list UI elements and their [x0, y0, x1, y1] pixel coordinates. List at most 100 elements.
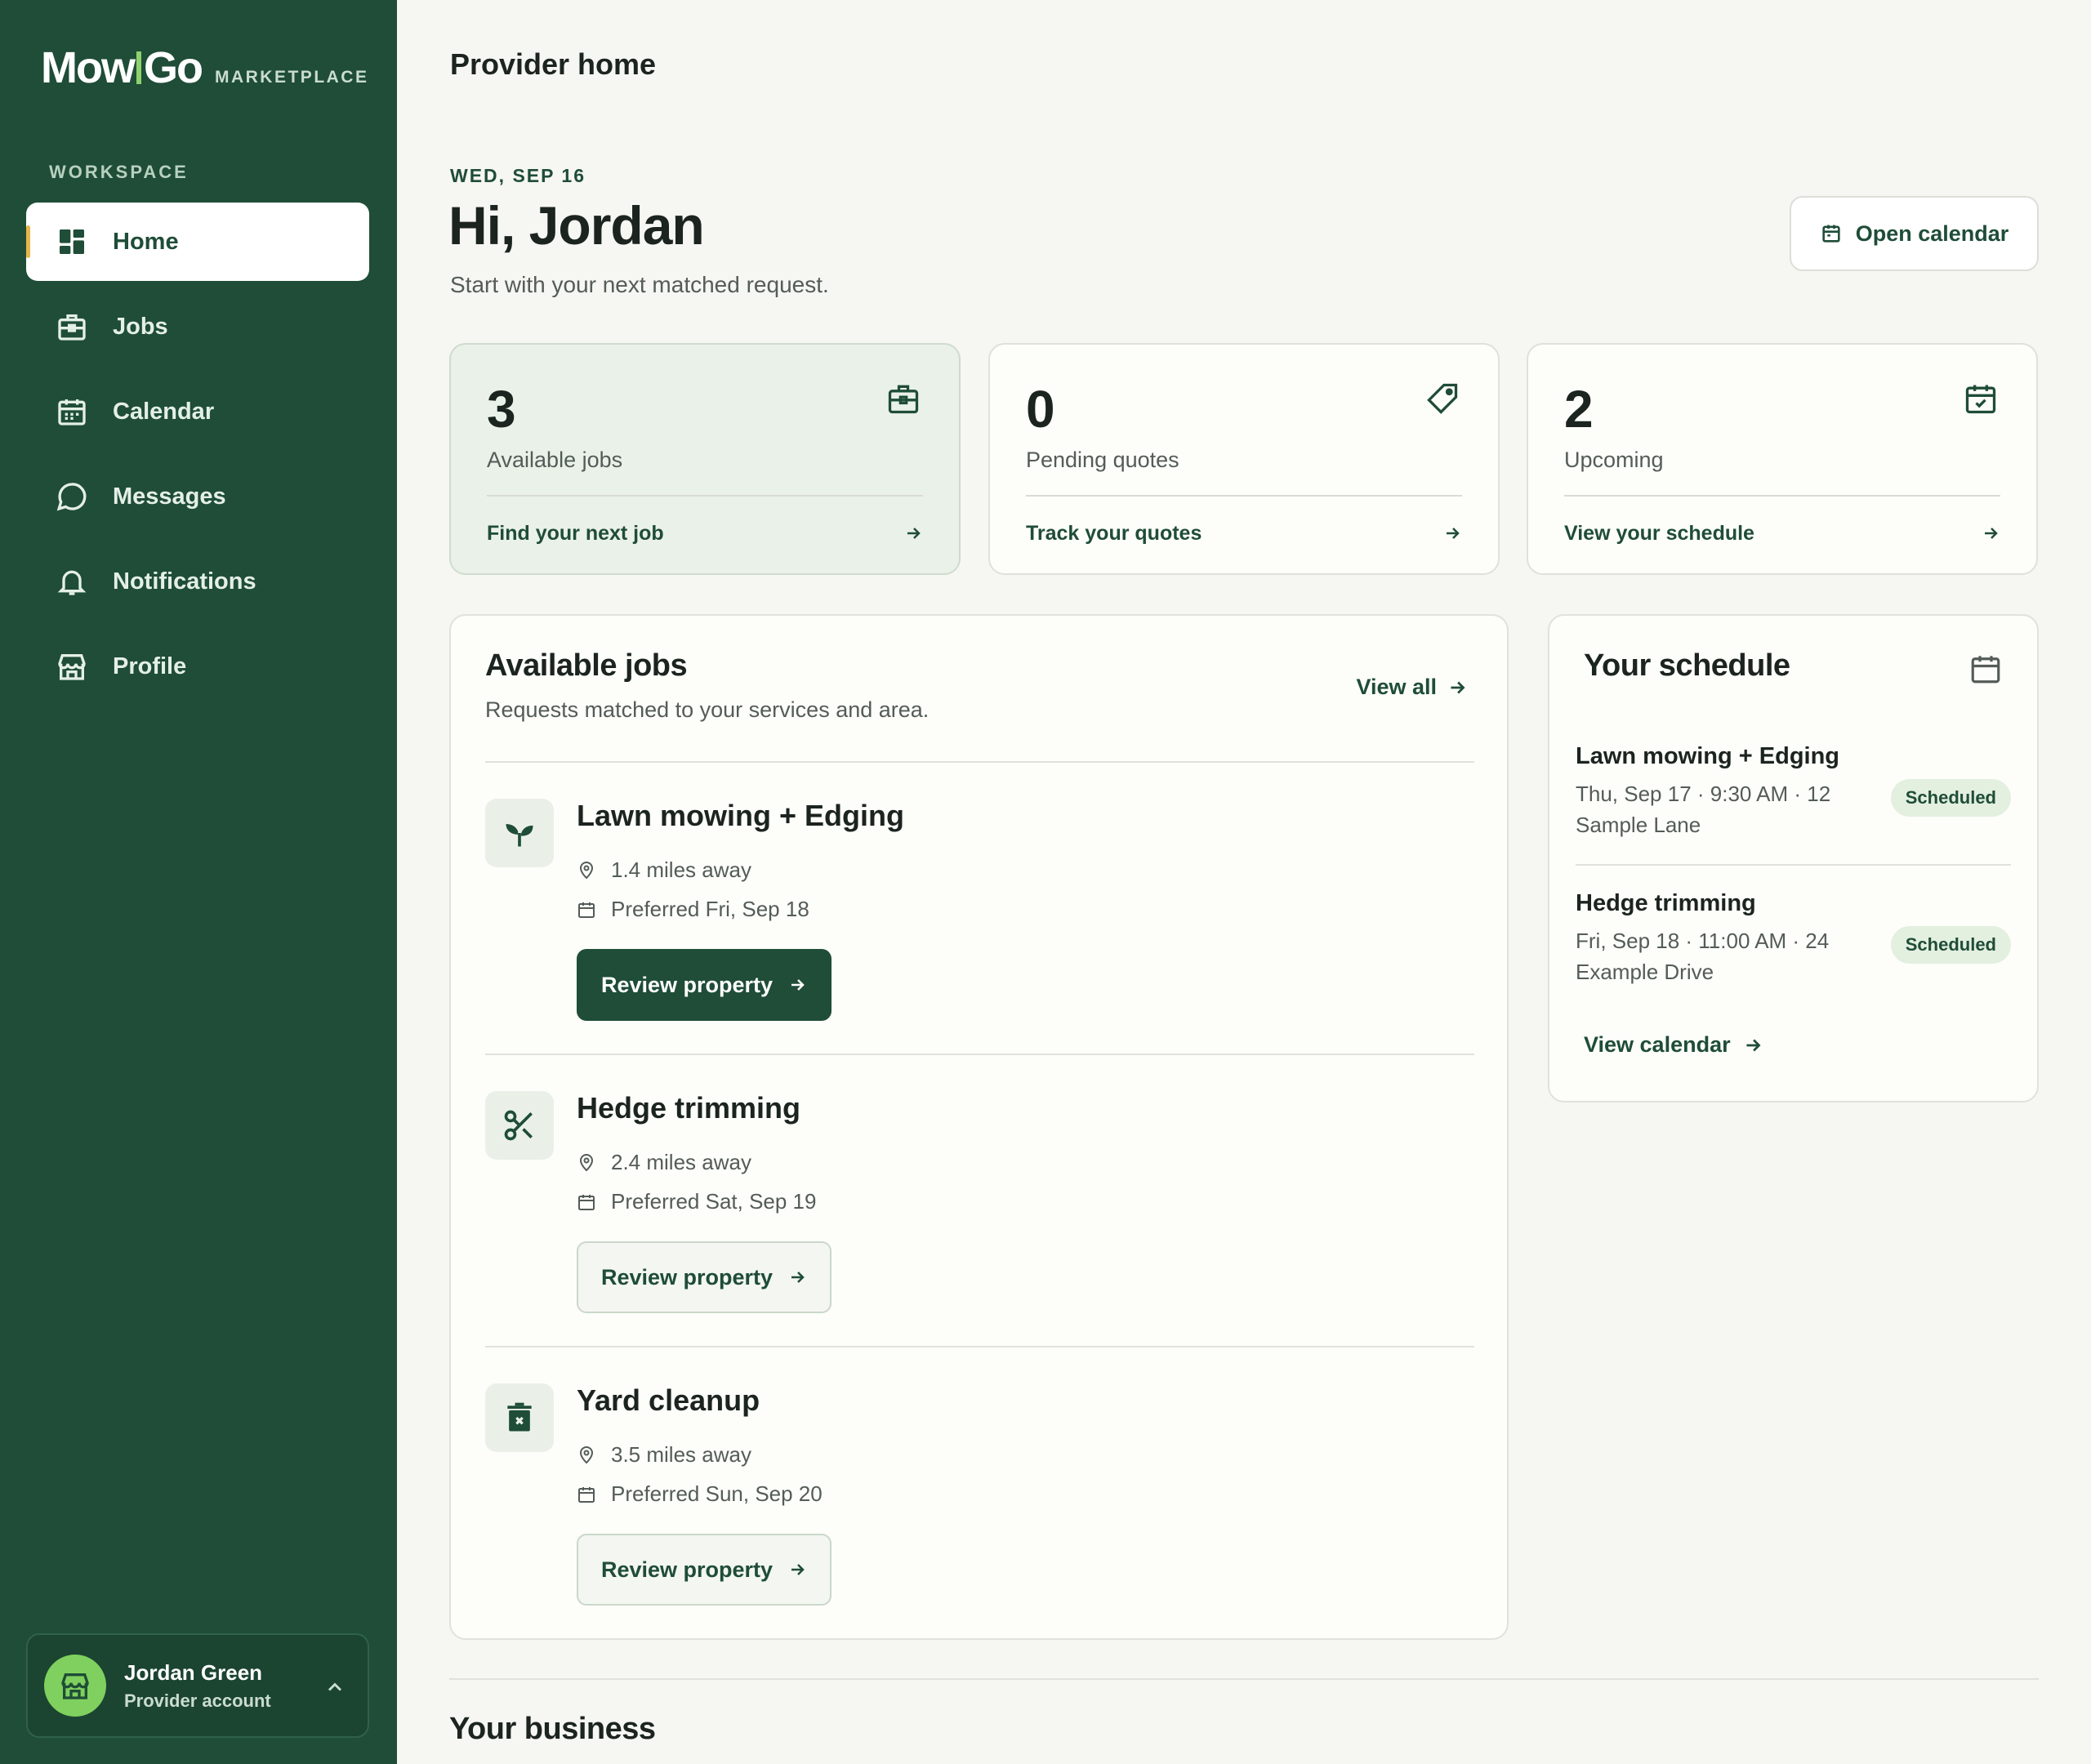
sidebar-item-label: Jobs: [113, 313, 168, 340]
available-jobs-panel: Available jobs Requests matched to your …: [449, 614, 1509, 1640]
arrow-right-icon: [1985, 528, 1998, 539]
account-role: Provider account: [124, 1690, 271, 1711]
track-quotes-link[interactable]: Track your quotes: [1026, 513, 1462, 554]
chat-bubble-icon: [56, 483, 87, 511]
brand-subtitle: MARKETPLACE: [214, 68, 369, 87]
stat-link-label: Track your quotes: [1026, 521, 1202, 545]
review-property-label: Review property: [600, 1557, 774, 1582]
view-all-label: View all: [1356, 675, 1437, 699]
location-pin-icon: [579, 1153, 594, 1171]
review-property-button[interactable]: Review property: [577, 949, 831, 1021]
stat-card-upcoming: 2 Upcoming View your schedule: [1527, 343, 2038, 575]
view-calendar-label: View calendar: [1584, 1032, 1731, 1057]
stat-value: 2: [1564, 380, 1594, 439]
stat-card-pending-quotes: 0 Pending quotes Track your quotes: [988, 343, 1500, 575]
review-property-button[interactable]: Review property: [577, 1534, 831, 1606]
open-calendar-label: Open calendar: [1855, 220, 2009, 246]
greeting: Hi, Jordan: [448, 195, 705, 256]
sidebar-item-home[interactable]: Home: [26, 203, 369, 281]
review-property-label: Review property: [600, 972, 774, 997]
sidebar-item-messages[interactable]: Messages: [26, 457, 369, 536]
schedule-item-title: Hedge trimming: [1576, 890, 1756, 916]
job-distance-text: 3.5 miles away: [611, 1442, 751, 1467]
account-switcher[interactable]: Jordan Green Provider account: [26, 1633, 369, 1738]
sidebar-item-notifications[interactable]: Notifications: [26, 542, 369, 621]
sidebar-item-profile[interactable]: Profile: [26, 627, 369, 706]
arrow-right-icon: [1746, 1039, 1761, 1051]
stat-label: Available jobs: [487, 448, 623, 472]
sprout-icon: [506, 824, 533, 847]
review-property-label: Review property: [600, 1264, 774, 1290]
location-pin-icon: [579, 861, 594, 879]
sidebar-item-label: Notifications: [113, 568, 256, 595]
job-distance-text: 2.4 miles away: [611, 1150, 751, 1174]
job-preferred-text: Preferred Sat, Sep 19: [611, 1189, 817, 1214]
job-distance: 3.5 miles away: [577, 1442, 751, 1468]
view-schedule-link[interactable]: View your schedule: [1564, 513, 2000, 554]
job-preferred-date: Preferred Fri, Sep 18: [577, 897, 809, 922]
job-preferred-text: Preferred Sun, Sep 20: [611, 1481, 823, 1506]
current-date: WED, SEP 16: [450, 165, 586, 186]
status-badge: Scheduled: [1890, 926, 2011, 964]
stat-value: 3: [487, 380, 516, 439]
sidebar-item-calendar[interactable]: Calendar: [26, 372, 369, 451]
view-calendar-link[interactable]: View calendar: [1584, 1032, 1763, 1058]
schedule-item[interactable]: Hedge trimming Fri, Sep 18 · 11:00 AM · …: [1576, 890, 2011, 987]
arrow-right-icon: [791, 979, 805, 991]
calendar-icon: [1971, 656, 2000, 684]
chevron-up-icon: [328, 1682, 342, 1691]
job-title: Yard cleanup: [577, 1383, 760, 1417]
scissors-icon: [504, 1110, 533, 1141]
sidebar: Mow Go MARKETPLACE WORKSPACE Home Jobs Ca…: [0, 0, 397, 1764]
stat-label: Pending quotes: [1026, 448, 1179, 472]
find-next-job-link[interactable]: Find your next job: [487, 513, 923, 554]
calendar-icon: [1822, 225, 1840, 243]
account-name: Jordan Green: [124, 1659, 263, 1685]
status-badge: Scheduled: [1890, 779, 2011, 817]
view-all-link[interactable]: View all: [1356, 675, 1468, 700]
brand-wordmark: Mow Go: [41, 43, 203, 92]
briefcase-icon: [58, 314, 86, 341]
job-distance-text: 1.4 miles away: [611, 858, 751, 882]
panel-title: Available jobs: [485, 648, 688, 683]
job-icon-box: [485, 799, 554, 867]
calendar-icon: [578, 1486, 595, 1503]
stat-value: 0: [1026, 380, 1055, 439]
job-distance: 1.4 miles away: [577, 858, 751, 883]
schedule-panel: Your schedule Lawn mowing + Edging Thu, …: [1548, 614, 2039, 1102]
review-property-button[interactable]: Review property: [577, 1241, 831, 1313]
location-pin-icon: [579, 1446, 594, 1463]
job-icon-box: [485, 1383, 554, 1452]
dashboard-icon: [60, 229, 84, 254]
job-distance: 2.4 miles away: [577, 1150, 751, 1175]
schedule-item[interactable]: Lawn mowing + Edging Thu, Sep 17 · 9:30 …: [1576, 743, 2011, 840]
trash-icon: [507, 1402, 532, 1432]
job-title: Lawn mowing + Edging: [577, 799, 904, 832]
panel-subtitle: Requests matched to your services and ar…: [485, 697, 930, 722]
panel-title: Your schedule: [1584, 648, 1790, 683]
stat-label: Upcoming: [1564, 448, 1664, 472]
greeting-subline: Start with your next matched request.: [450, 272, 829, 297]
sidebar-item-jobs[interactable]: Jobs: [26, 287, 369, 366]
stat-card-available-jobs: 3 Available jobs Find your next job: [449, 343, 961, 575]
sidebar-item-label: Profile: [113, 653, 187, 679]
tag-icon: [1427, 383, 1458, 414]
job-title: Hedge trimming: [577, 1091, 801, 1125]
arrow-right-icon: [1447, 528, 1460, 539]
sidebar-item-label: Calendar: [113, 398, 215, 425]
arrow-right-icon: [907, 528, 921, 539]
arrow-right-icon: [1451, 681, 1465, 693]
divider: [487, 495, 923, 497]
open-calendar-button[interactable]: Open calendar: [1790, 196, 2039, 271]
page-title: Provider home: [450, 47, 657, 81]
divider: [1026, 495, 1462, 497]
job-list-item: Yard cleanup 3.5 miles away Preferred Su…: [485, 1348, 1474, 1640]
sidebar-item-label: Messages: [113, 483, 226, 510]
storefront-icon: [61, 1673, 89, 1699]
job-preferred-text: Preferred Fri, Sep 18: [611, 897, 809, 921]
workspace-section-label: WORKSPACE: [49, 162, 189, 182]
divider: [1576, 864, 2011, 866]
brand-logo[interactable]: Mow Go MARKETPLACE: [41, 42, 368, 93]
job-list-item: Hedge trimming 2.4 miles away Preferred …: [485, 1055, 1474, 1348]
sidebar-nav: Home Jobs Calendar Messages Notification…: [26, 203, 369, 712]
